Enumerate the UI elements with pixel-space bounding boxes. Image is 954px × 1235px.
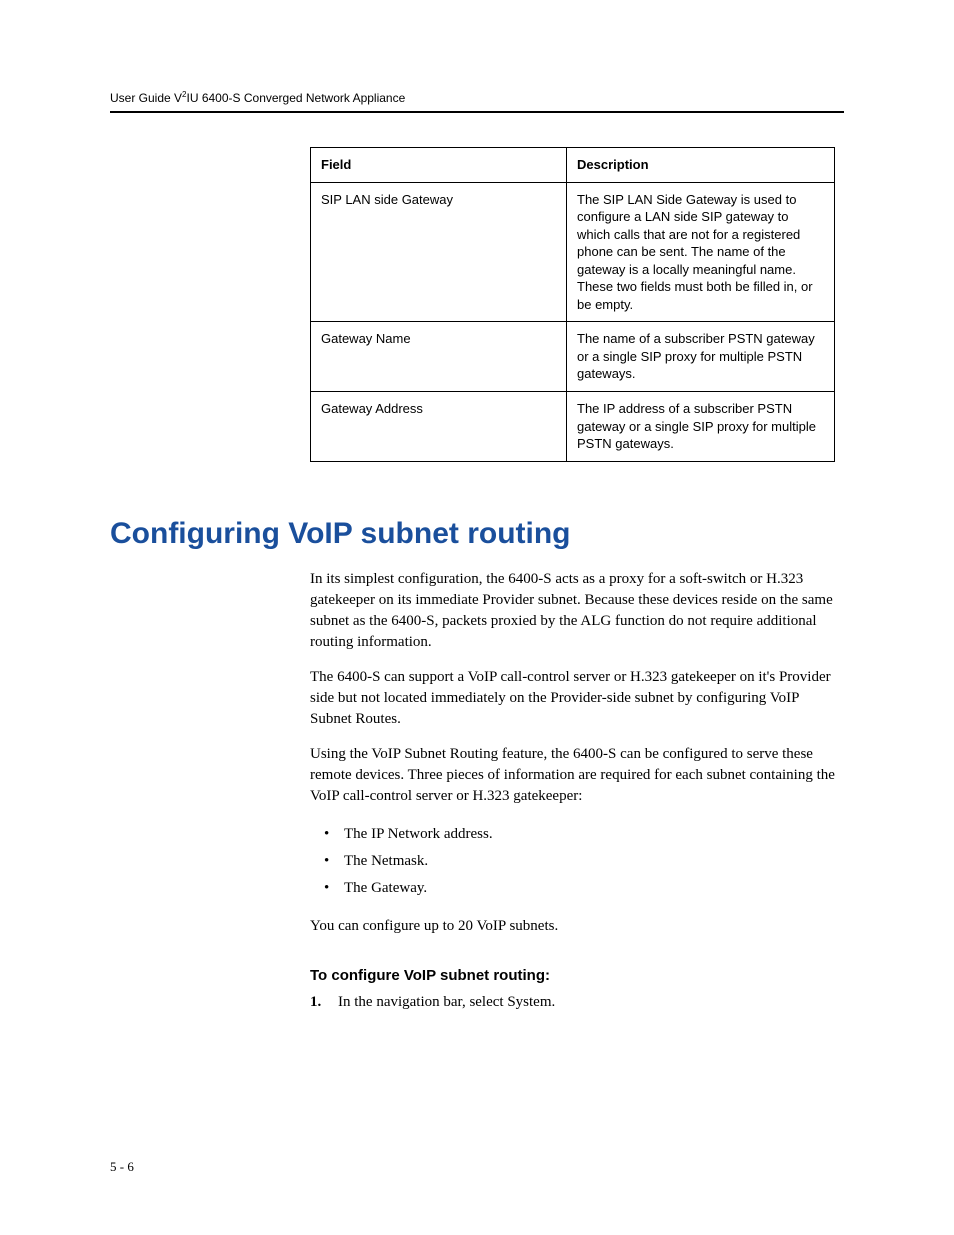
running-header: User Guide V2IU 6400-S Converged Network… [110,90,844,105]
cell-field: Gateway Address [311,392,567,462]
header-prefix: User Guide V [110,91,182,105]
step-text: In the navigation bar, select System. [338,994,555,1011]
list-item: The Netmask. [310,848,844,875]
table-header-row: Field Description [311,148,835,183]
th-description: Description [567,148,835,183]
page: User Guide V2IU 6400-S Converged Network… [0,0,954,1235]
cell-description: The name of a subscriber PSTN gateway or… [567,322,835,392]
table-row: Gateway Name The name of a subscriber PS… [311,322,835,392]
list-item: The Gateway. [310,875,844,902]
th-field: Field [311,148,567,183]
table-row: SIP LAN side Gateway The SIP LAN Side Ga… [311,182,835,322]
page-number: 5 - 6 [110,1159,134,1175]
section-heading: Configuring VoIP subnet routing [110,517,844,551]
paragraph: In its simplest configuration, the 6400-… [310,569,844,653]
cell-field: SIP LAN side Gateway [311,182,567,322]
header-rule [110,111,844,113]
bullet-list: The IP Network address. The Netmask. The… [310,821,844,902]
header-suffix: IU 6400-S Converged Network Appliance [186,91,405,105]
step-number: 1. [310,994,338,1011]
table-row: Gateway Address The IP address of a subs… [311,392,835,462]
step-item: 1. In the navigation bar, select System. [310,994,844,1011]
list-item: The IP Network address. [310,821,844,848]
cell-description: The IP address of a subscriber PSTN gate… [567,392,835,462]
paragraph: The 6400-S can support a VoIP call-contr… [310,667,844,730]
body-column: Field Description SIP LAN side Gateway T… [310,147,844,462]
body-column: In its simplest configuration, the 6400-… [310,569,844,1011]
cell-field: Gateway Name [311,322,567,392]
fields-table: Field Description SIP LAN side Gateway T… [310,147,835,462]
paragraph: You can configure up to 20 VoIP subnets. [310,916,844,937]
cell-description: The SIP LAN Side Gateway is used to conf… [567,182,835,322]
paragraph: Using the VoIP Subnet Routing feature, t… [310,744,844,807]
task-heading: To configure VoIP subnet routing: [310,967,844,984]
